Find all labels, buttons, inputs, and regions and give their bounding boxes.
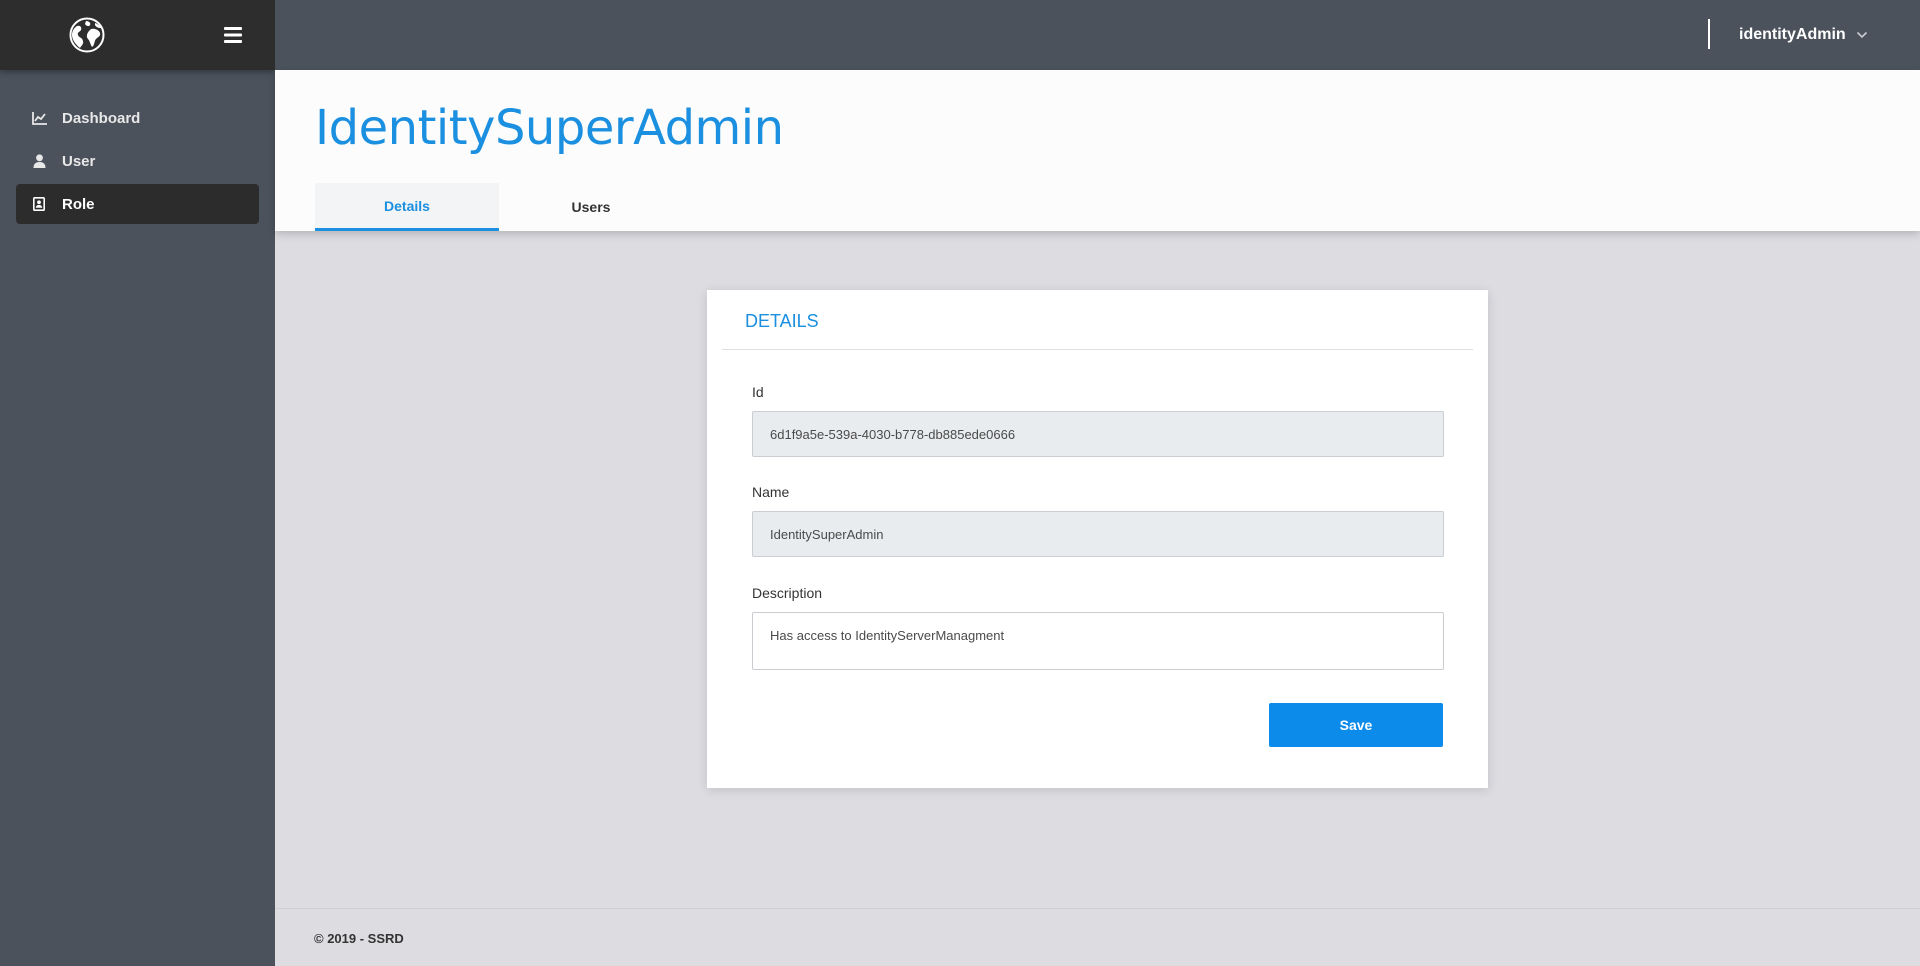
details-card: DETAILS Id 6d1f9a5e-539a-4030-b778-db885… [707, 290, 1488, 788]
footer-copyright: © 2019 - SSRD [314, 931, 404, 946]
username: identityAdmin [1739, 26, 1846, 43]
sidebar-item-label: User [62, 152, 96, 170]
page-title: IdentitySuperAdmin [315, 100, 784, 156]
top-bar: identityAdmin [275, 0, 1920, 70]
id-badge-icon [31, 196, 47, 212]
save-button[interactable]: Save [1269, 703, 1443, 747]
description-field[interactable]: Has access to IdentityServerManagment [752, 612, 1444, 670]
sidebar-item-label: Dashboard [62, 109, 141, 127]
user-menu[interactable]: identityAdmin [1739, 0, 1868, 70]
name-label: Name [752, 484, 790, 500]
hamburger-icon[interactable] [222, 25, 246, 45]
card-title: DETAILS [745, 311, 819, 331]
sidebar-item-label: Role [62, 195, 95, 213]
sidebar-item-user[interactable]: User [16, 141, 259, 181]
description-label: Description [752, 585, 823, 601]
topbar-divider [1708, 19, 1710, 49]
tab-details[interactable]: Details [315, 183, 499, 231]
id-label: Id [752, 384, 764, 400]
tab-users[interactable]: Users [499, 183, 683, 231]
globe-icon[interactable] [69, 17, 105, 53]
page-header: IdentitySuperAdmin Details Users [275, 70, 1920, 231]
card-divider [722, 349, 1473, 350]
sidebar-nav: Dashboard User Role [16, 98, 259, 227]
sidebar: Dashboard User Role [0, 0, 275, 966]
chart-line-icon [31, 110, 47, 126]
sidebar-item-dashboard[interactable]: Dashboard [16, 98, 259, 138]
sidebar-item-role[interactable]: Role [16, 184, 259, 224]
id-field[interactable]: 6d1f9a5e-539a-4030-b778-db885ede0666 [752, 411, 1444, 457]
footer: © 2019 - SSRD [275, 908, 1920, 966]
user-icon [31, 153, 47, 169]
name-field[interactable]: IdentitySuperAdmin [752, 511, 1444, 557]
chevron-down-icon [1856, 31, 1868, 39]
sidebar-brand [0, 0, 275, 70]
tab-bar: Details Users [315, 183, 683, 231]
